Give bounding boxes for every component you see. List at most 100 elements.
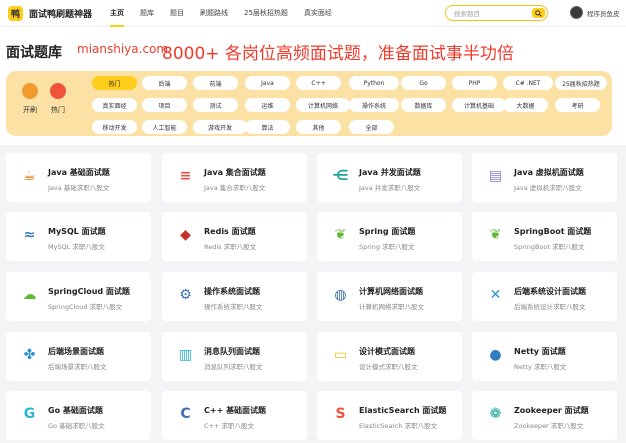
tag-chip[interactable]: 算法 [245,120,290,134]
card-title: Zookeeper 面试题 [514,406,589,415]
quick-start[interactable]: 开刷 [15,83,45,115]
tag-chip[interactable]: 其他 [296,120,341,134]
question-bank-card[interactable]: ❁ Zookeeper 面试题 Zookeeper 求职八股文 [472,391,617,440]
tag-chip[interactable]: 人工智能 [142,120,187,134]
gear-icon: ⚙ [179,286,192,303]
question-bank-card[interactable]: ☁ SpringCloud 面试题 SpringCloud 求职八股文 [6,272,151,321]
card-subtitle: Java 虚拟机求职八股文 [514,184,582,192]
header-panel: 面试题库 mianshiya.com 8000+ 各岗位高频面试题，准备面试事半… [0,27,626,145]
tag-chip[interactable]: 真实面经 [92,98,137,112]
nav-item-hot[interactable]: 25届秋招热题 [244,8,288,18]
logo-duck-icon: 鸭 [8,5,23,21]
tag-chip[interactable]: 计算机网络 [296,98,350,112]
card-subtitle: MySQL 求职八股文 [48,243,105,251]
tag-chip[interactable]: 前端 [193,76,238,90]
quick-hot[interactable]: 热门 [43,83,73,115]
tag-chip[interactable]: 移动开发 [92,120,137,134]
tag-chip[interactable]: 热门 [92,76,137,90]
tag-chip[interactable]: Go [401,76,446,90]
question-bank-card[interactable]: ▥ 消息队列面试题 消息队列求职八股文 [162,332,307,381]
question-bank-card[interactable]: ☕ Java 基础面试题 Java 基础求职八股文 [6,153,151,202]
card-subtitle: 消息队列求职八股文 [204,363,263,371]
hot-icon [50,83,66,99]
question-bank-card[interactable]: ≈ MySQL 面试题 MySQL 求职八股文 [6,212,151,261]
question-bank-card[interactable]: S ElasticSearch 面试题 ElasticSearch 求职八股文 [317,391,462,440]
question-bank-card[interactable]: ▭ 设计模式面试题 设计模式求职八股文 [317,332,462,381]
card-subtitle: 设计模式求职八股文 [359,363,418,371]
card-title: 设计模式面试题 [359,347,415,356]
tag-chip[interactable]: 25届秋招热题 [555,76,607,90]
question-bank-card[interactable]: ◍ 计算机网络面试题 计算机网络求职八股文 [317,272,462,321]
question-bank-card[interactable]: ⋲ Java 并发面试题 Java 并发求职八股文 [317,153,462,202]
redis-icon: ◆ [180,226,191,243]
concurrency-icon: ⋲ [332,167,349,184]
user-menu[interactable]: 程序员鱼皮 [570,6,620,19]
page-title: 面试题库 [6,45,62,61]
question-bank-card[interactable]: ▤ Java 虚拟机面试题 Java 虚拟机求职八股文 [472,153,617,202]
nav-item-questions[interactable]: 题目 [170,8,184,18]
rocket-icon [22,83,38,99]
card-subtitle: Go 基础求职八股文 [48,422,105,430]
card-title: 操作系统面试题 [204,287,260,296]
spring-icon: ❦ [334,226,347,243]
question-bank-card[interactable]: ❦ SpringBoot 面试题 SpringBoot 求职八股文 [472,212,617,261]
tag-chip[interactable]: Java [245,76,290,90]
tools-icon: ✕ [489,286,502,303]
search-icon [535,9,542,17]
card-title: MySQL 面试题 [48,227,106,236]
logo[interactable]: 鸭 面试鸭刷题神器 [8,5,92,21]
card-title: Java 集合面试题 [204,168,266,177]
question-bank-card[interactable]: ✕ 后端系统设计面试题 后端系统设计求职八股文 [472,272,617,321]
question-bank-card[interactable]: ❦ Spring 面试题 Spring 求职八股文 [317,212,462,261]
slogan: 8000+ 各岗位高频面试题，准备面试事半功倍 [162,44,514,64]
search-button[interactable] [532,8,545,18]
card-title: 后端场景面试题 [48,347,104,356]
springcloud-icon: ☁ [22,286,37,303]
card-title: Netty 面试题 [514,347,566,356]
card-title: C++ 基础面试题 [204,406,267,415]
search-placeholder: 搜索题目 [454,10,480,18]
card-subtitle: Spring 求职八股文 [359,243,415,251]
tag-chip[interactable]: 项目 [142,98,187,112]
cpp-icon: C [180,405,191,422]
question-bank-card[interactable]: ≡ Java 集合面试题 Java 集合求职八股文 [162,153,307,202]
nav-item-routes[interactable]: 刷题路线 [200,8,228,18]
question-bank-card[interactable]: C C++ 基础面试题 C++ 求职八股文 [162,391,307,440]
card-subtitle: Zookeeper 求职八股文 [514,422,584,430]
question-bank-card[interactable]: ◆ Redis 面试题 Redis 求职八股文 [162,212,307,261]
tag-chip[interactable]: Python [349,76,399,90]
tag-chip[interactable]: 后端 [142,76,187,90]
tag-chip[interactable]: 运维 [245,98,290,112]
question-bank-card[interactable]: ● Netty 面试题 Netty 求职八股文 [472,332,617,381]
tag-chip[interactable]: 大数据 [503,98,548,112]
elasticsearch-icon: S [335,405,346,422]
tag-chip[interactable]: 全部 [349,120,394,134]
site-url: mianshiya.com [77,42,169,56]
card-title: SpringCloud 面试题 [48,287,130,296]
tag-chip[interactable]: C++ [296,76,341,90]
question-bank-card[interactable]: ⚙ 操作系统面试题 操作系统求职八股文 [162,272,307,321]
question-bank-card[interactable]: G Go 基础面试题 Go 基础求职八股文 [6,391,151,440]
card-subtitle: 操作系统求职八股文 [204,303,263,311]
tag-chip[interactable]: 操作系统 [349,98,399,112]
tag-chip[interactable]: 游戏开发 [193,120,247,134]
nav-item-home[interactable]: 主页 [110,8,125,27]
tag-chip[interactable]: 测试 [193,98,238,112]
mysql-dolphin-icon: ≈ [23,226,36,243]
card-title: Redis 面试题 [204,227,256,236]
tag-chip[interactable]: 考研 [555,98,600,112]
tag-chip[interactable]: PHP [452,76,497,90]
search-input[interactable]: 搜索题目 [445,5,548,21]
card-subtitle: Java 并发求职八股文 [359,184,421,192]
tag-chip[interactable]: 数据库 [401,98,446,112]
jvm-icon: ▤ [488,167,503,184]
card-title: SpringBoot 面试题 [514,227,592,236]
question-bank-card[interactable]: ✤ 后端场景面试题 后端场景求职八股文 [6,332,151,381]
nav-item-bank[interactable]: 题库 [140,8,154,18]
tag-chip[interactable]: C# .NET [503,76,553,90]
card-subtitle: ElasticSearch 求职八股文 [359,422,438,430]
card-title: ElasticSearch 面试题 [359,406,447,415]
tag-chip[interactable]: 计算机基础 [452,98,506,112]
nav-item-interviews[interactable]: 真实面经 [304,8,332,18]
avatar[interactable] [570,6,583,19]
